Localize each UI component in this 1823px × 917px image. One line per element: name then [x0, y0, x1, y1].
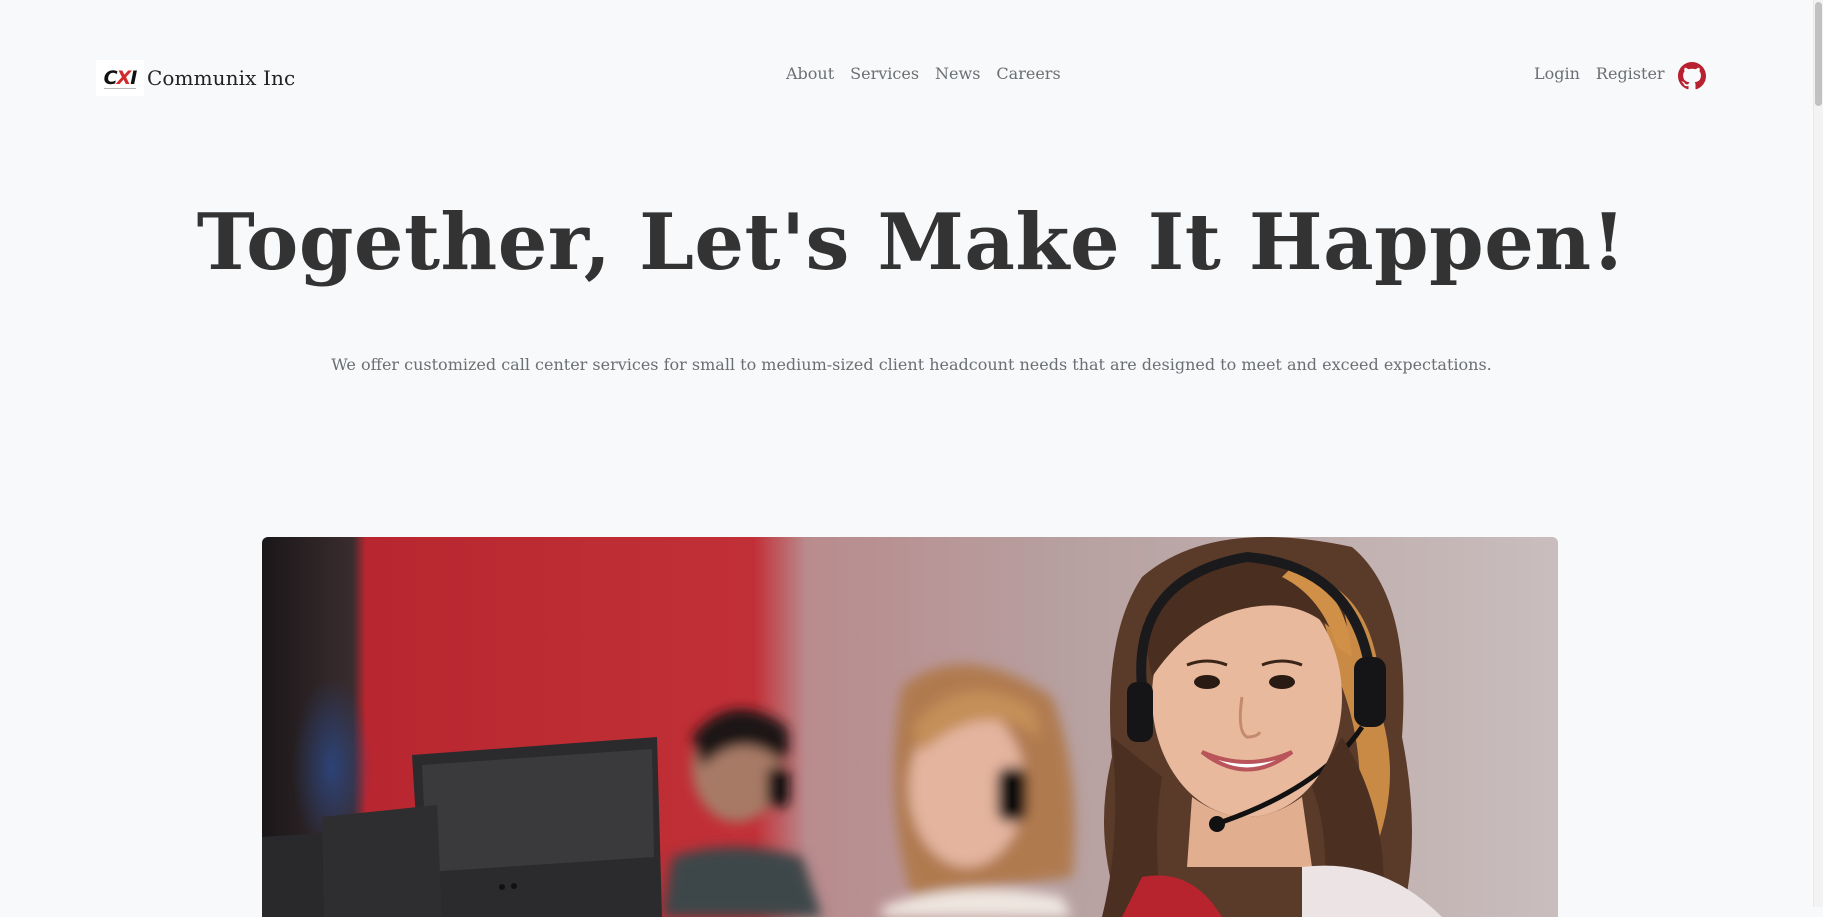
nav-link-news[interactable]: News	[935, 64, 980, 83]
nav-link-about[interactable]: About	[786, 64, 834, 83]
call-center-photo	[262, 537, 1558, 917]
navbar: CXI Communix Inc About Services News Car…	[0, 0, 1823, 152]
github-icon[interactable]	[1678, 62, 1706, 90]
auth-nav: Login Register	[1534, 64, 1665, 83]
nav-link-careers[interactable]: Careers	[996, 64, 1060, 83]
hero-title: Together, Let's Make It Happen!	[196, 197, 1627, 288]
login-link[interactable]: Login	[1534, 64, 1580, 83]
main-nav: About Services News Careers	[786, 64, 1061, 83]
page: CXI Communix Inc About Services News Car…	[0, 0, 1823, 917]
brand-logo: CXI	[96, 60, 144, 96]
hero-subtitle: We offer customized call center services…	[331, 355, 1492, 374]
github-icon-svg	[1678, 62, 1706, 90]
brand-link[interactable]: CXI Communix Inc	[96, 60, 295, 96]
hero-image	[262, 537, 1558, 917]
register-link[interactable]: Register	[1596, 64, 1665, 83]
brand-logo-text: CXI	[103, 67, 138, 89]
nav-link-services[interactable]: Services	[850, 64, 919, 83]
brand-name: Communix Inc	[147, 66, 296, 90]
scrollbar-thumb[interactable]	[1815, 2, 1822, 106]
page-scrollbar[interactable]	[1813, 0, 1823, 907]
brand-logo-underline	[104, 88, 136, 89]
